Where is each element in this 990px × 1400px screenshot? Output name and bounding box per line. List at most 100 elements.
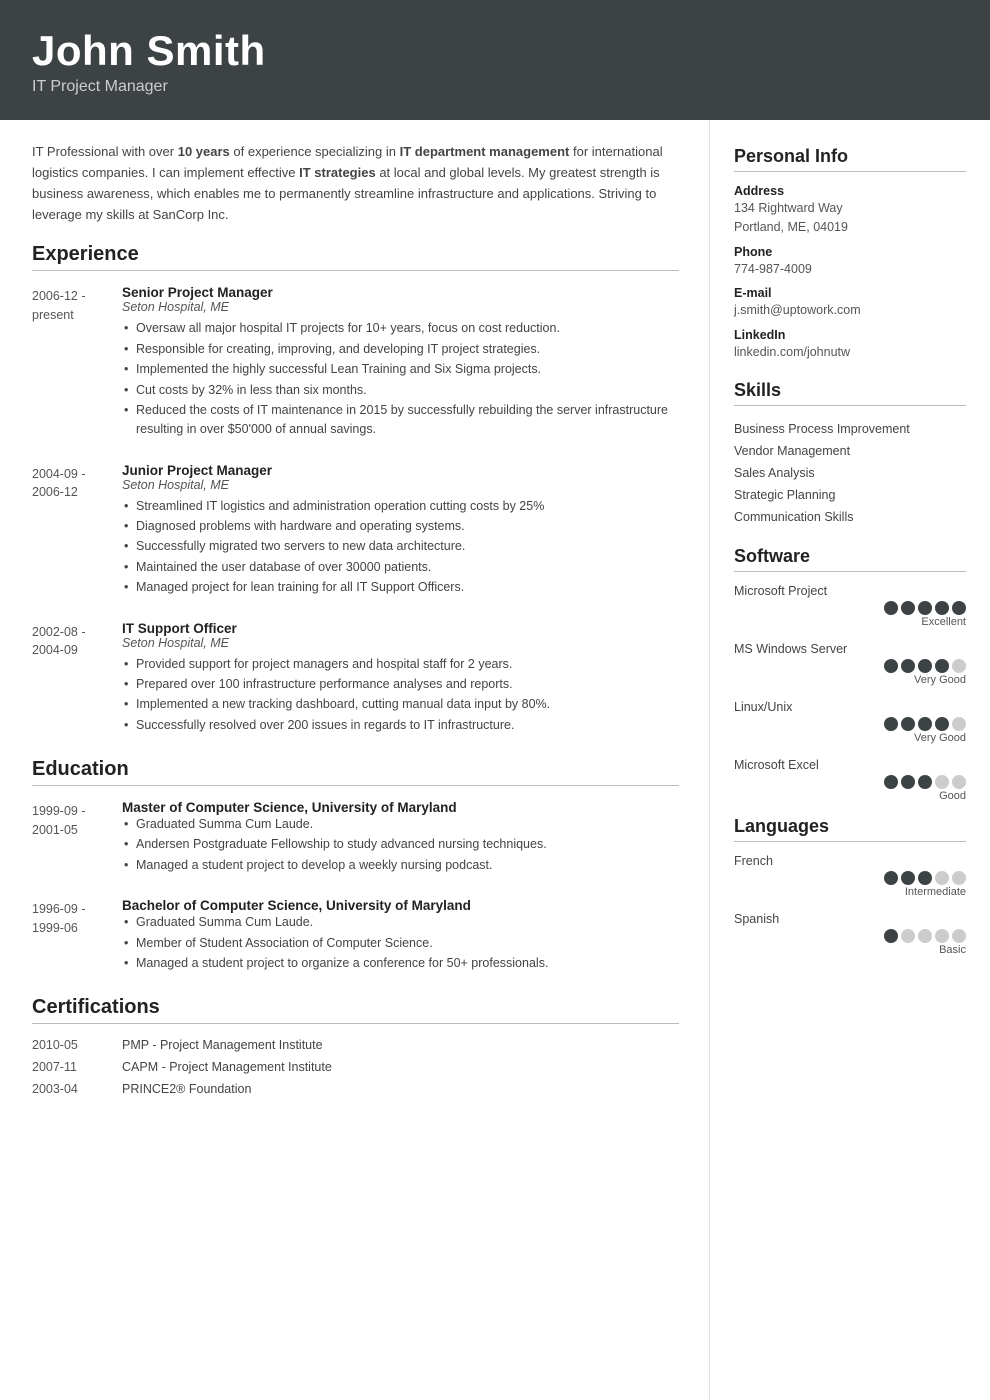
experience-date-3: 2002-08 - 2004-09 bbox=[32, 621, 122, 737]
software-name-3: Microsoft Excel bbox=[734, 758, 966, 772]
dot bbox=[884, 871, 898, 885]
left-column: IT Professional with over 10 years of ex… bbox=[0, 120, 710, 1400]
skill-item-4: Communication Skills bbox=[734, 506, 966, 528]
language-label-0: Intermediate bbox=[734, 886, 966, 898]
experience-content-1: Senior Project Manager Seton Hospital, M… bbox=[122, 285, 679, 440]
software-section: Software Microsoft Project Excellent bbox=[734, 546, 966, 802]
software-dots-1 bbox=[734, 659, 966, 673]
list-item: Provided support for project managers an… bbox=[122, 655, 679, 674]
education-entry-1: 1999-09 - 2001-05 Master of Computer Sci… bbox=[32, 800, 679, 876]
personal-info-phone: Phone 774-987-4009 bbox=[734, 245, 966, 279]
education-bullets-1: Graduated Summa Cum Laude. Andersen Post… bbox=[122, 815, 679, 875]
certifications-section: Certifications 2010-05 PMP - Project Man… bbox=[32, 996, 679, 1096]
phone-value: 774-987-4009 bbox=[734, 260, 966, 279]
software-entry-3: Microsoft Excel Good bbox=[734, 758, 966, 802]
experience-entry-1: 2006-12 - present Senior Project Manager… bbox=[32, 285, 679, 440]
list-item: Managed a student project to develop a w… bbox=[122, 856, 679, 875]
address-value: 134 Rightward WayPortland, ME, 04019 bbox=[734, 199, 966, 237]
cert-date-2: 2007-11 bbox=[32, 1060, 122, 1074]
experience-title-3: IT Support Officer bbox=[122, 621, 679, 636]
dot bbox=[901, 929, 915, 943]
list-item: Member of Student Association of Compute… bbox=[122, 934, 679, 953]
cert-name-1: PMP - Project Management Institute bbox=[122, 1038, 323, 1052]
education-bullets-2: Graduated Summa Cum Laude. Member of Stu… bbox=[122, 913, 679, 973]
dot bbox=[884, 601, 898, 615]
dot bbox=[935, 775, 949, 789]
list-item: Successfully resolved over 200 issues in… bbox=[122, 716, 679, 735]
education-title-2: Bachelor of Computer Science, University… bbox=[122, 898, 679, 913]
dot bbox=[952, 659, 966, 673]
experience-heading: Experience bbox=[32, 243, 679, 271]
software-entry-2: Linux/Unix Very Good bbox=[734, 700, 966, 744]
personal-info-section: Personal Info Address 134 Rightward WayP… bbox=[734, 146, 966, 362]
experience-entry-3: 2002-08 - 2004-09 IT Support Officer Set… bbox=[32, 621, 679, 737]
language-name-0: French bbox=[734, 854, 966, 868]
dot bbox=[935, 929, 949, 943]
experience-date-2: 2004-09 - 2006-12 bbox=[32, 463, 122, 599]
linkedin-label: LinkedIn bbox=[734, 328, 966, 342]
skill-item-2: Sales Analysis bbox=[734, 462, 966, 484]
list-item: Reduced the costs of IT maintenance in 2… bbox=[122, 401, 679, 440]
experience-entry-2: 2004-09 - 2006-12 Junior Project Manager… bbox=[32, 463, 679, 599]
software-dots-3 bbox=[734, 775, 966, 789]
email-label: E-mail bbox=[734, 286, 966, 300]
language-entry-1: Spanish Basic bbox=[734, 912, 966, 956]
software-label-2: Very Good bbox=[734, 732, 966, 744]
software-entry-1: MS Windows Server Very Good bbox=[734, 642, 966, 686]
skills-list: Business Process Improvement Vendor Mana… bbox=[734, 418, 966, 528]
list-item: Managed a student project to organize a … bbox=[122, 954, 679, 973]
software-label-0: Excellent bbox=[734, 616, 966, 628]
dot bbox=[884, 775, 898, 789]
dot bbox=[918, 775, 932, 789]
list-item: Successfully migrated two servers to new… bbox=[122, 537, 679, 556]
dot bbox=[884, 659, 898, 673]
education-section: Education 1999-09 - 2001-05 Master of Co… bbox=[32, 758, 679, 974]
cert-entry-3: 2003-04 PRINCE2® Foundation bbox=[32, 1082, 679, 1096]
dot bbox=[918, 601, 932, 615]
dot bbox=[901, 871, 915, 885]
personal-info-email: E-mail j.smith@uptowork.com bbox=[734, 286, 966, 320]
list-item: Oversaw all major hospital IT projects f… bbox=[122, 319, 679, 338]
experience-bullets-1: Oversaw all major hospital IT projects f… bbox=[122, 319, 679, 439]
resume-container: John Smith IT Project Manager IT Profess… bbox=[0, 0, 990, 1400]
certifications-heading: Certifications bbox=[32, 996, 679, 1024]
education-content-1: Master of Computer Science, University o… bbox=[122, 800, 679, 876]
experience-content-3: IT Support Officer Seton Hospital, ME Pr… bbox=[122, 621, 679, 737]
cert-entry-2: 2007-11 CAPM - Project Management Instit… bbox=[32, 1060, 679, 1074]
dot bbox=[952, 871, 966, 885]
languages-section: Languages French Intermediate Spanis bbox=[734, 816, 966, 956]
dot bbox=[901, 775, 915, 789]
education-date-1: 1999-09 - 2001-05 bbox=[32, 800, 122, 876]
list-item: Responsible for creating, improving, and… bbox=[122, 340, 679, 359]
software-label-1: Very Good bbox=[734, 674, 966, 686]
cert-date-3: 2003-04 bbox=[32, 1082, 122, 1096]
summary: IT Professional with over 10 years of ex… bbox=[32, 142, 679, 225]
skills-heading: Skills bbox=[734, 380, 966, 406]
list-item: Implemented the highly successful Lean T… bbox=[122, 360, 679, 379]
candidate-name: John Smith bbox=[32, 28, 958, 74]
experience-bullets-2: Streamlined IT logistics and administrat… bbox=[122, 497, 679, 598]
skill-item-0: Business Process Improvement bbox=[734, 418, 966, 440]
list-item: Streamlined IT logistics and administrat… bbox=[122, 497, 679, 516]
dot bbox=[918, 659, 932, 673]
language-entry-0: French Intermediate bbox=[734, 854, 966, 898]
right-column: Personal Info Address 134 Rightward WayP… bbox=[710, 120, 990, 1400]
body-layout: IT Professional with over 10 years of ex… bbox=[0, 120, 990, 1400]
education-content-2: Bachelor of Computer Science, University… bbox=[122, 898, 679, 974]
dot bbox=[884, 717, 898, 731]
dot bbox=[952, 929, 966, 943]
linkedin-value: linkedin.com/johnutw bbox=[734, 343, 966, 362]
dot bbox=[935, 717, 949, 731]
list-item: Graduated Summa Cum Laude. bbox=[122, 913, 679, 932]
education-heading: Education bbox=[32, 758, 679, 786]
dot bbox=[935, 601, 949, 615]
software-name-2: Linux/Unix bbox=[734, 700, 966, 714]
experience-content-2: Junior Project Manager Seton Hospital, M… bbox=[122, 463, 679, 599]
address-label: Address bbox=[734, 184, 966, 198]
dot bbox=[901, 601, 915, 615]
list-item: Implemented a new tracking dashboard, cu… bbox=[122, 695, 679, 714]
experience-company-3: Seton Hospital, ME bbox=[122, 636, 679, 650]
list-item: Prepared over 100 infrastructure perform… bbox=[122, 675, 679, 694]
skill-item-3: Strategic Planning bbox=[734, 484, 966, 506]
header: John Smith IT Project Manager bbox=[0, 0, 990, 120]
